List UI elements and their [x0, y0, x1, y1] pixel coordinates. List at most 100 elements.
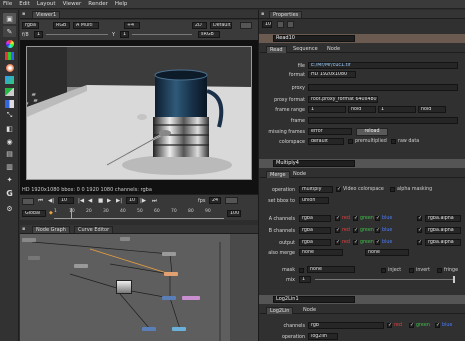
a-alpha-dropdown[interactable]: rgba.alpha: [425, 215, 461, 222]
l2l-red-checkbox[interactable]: [387, 322, 392, 328]
default-dropdown[interactable]: Default: [210, 22, 232, 29]
pane-menu-icon[interactable]: ▪: [261, 11, 264, 17]
b-alpha-checkbox[interactable]: [417, 227, 422, 233]
tab-log2lin[interactable]: Log2Lin: [266, 307, 294, 314]
operation-dropdown[interactable]: multiply: [299, 186, 333, 193]
properties-count-field[interactable]: 10: [262, 21, 272, 28]
alpha-masking-checkbox[interactable]: [390, 187, 395, 192]
tab-read[interactable]: Read: [266, 46, 287, 53]
loop-toggle[interactable]: [225, 197, 238, 204]
tab-curve-editor[interactable]: Curve Editor: [74, 226, 114, 233]
prev-keyframe-icon[interactable]: |◀: [78, 198, 84, 204]
3d-icon[interactable]: ◧: [3, 123, 16, 134]
set-bbox-dropdown[interactable]: union: [299, 197, 329, 204]
menu-file[interactable]: File: [3, 1, 12, 7]
stop-icon[interactable]: ■: [98, 198, 103, 204]
node-graph-canvas[interactable]: [20, 234, 258, 341]
a-channels-dropdown[interactable]: rgba: [299, 215, 331, 222]
menu-help[interactable]: Help: [115, 1, 128, 7]
graph-node[interactable]: [28, 256, 40, 260]
settings-icon[interactable]: ⚙: [3, 203, 16, 214]
graph-node[interactable]: [74, 264, 88, 268]
input-a-dropdown[interactable]: A Multi: [73, 22, 99, 29]
clear-panels-button[interactable]: [287, 21, 294, 28]
fps-field[interactable]: 24: [209, 197, 221, 204]
premultiplied-checkbox[interactable]: [348, 139, 353, 144]
l2l-green-checkbox[interactable]: [409, 322, 414, 328]
metadata-icon[interactable]: ▤: [3, 148, 16, 159]
playback-mode-button[interactable]: [22, 198, 34, 205]
mix-field[interactable]: 1: [299, 276, 311, 283]
frame-range-start[interactable]: 1: [308, 106, 346, 113]
graph-node[interactable]: [162, 296, 176, 300]
frame-field[interactable]: 10: [58, 197, 74, 204]
in-point-icon[interactable]: ◆: [49, 210, 53, 216]
skip-start-icon[interactable]: ⏮: [38, 198, 43, 205]
inject-checkbox[interactable]: [381, 268, 386, 273]
raw-data-checkbox[interactable]: [391, 139, 396, 144]
missing-frames-dropdown[interactable]: error: [308, 128, 352, 135]
out-green-checkbox[interactable]: [353, 239, 358, 245]
log2lin-node-name[interactable]: Log2Lin1: [273, 296, 355, 303]
play-backward-icon[interactable]: ◀: [88, 198, 92, 204]
graph-node[interactable]: [164, 272, 178, 276]
proxy-field[interactable]: [308, 84, 458, 91]
color-wheel-icon[interactable]: [3, 38, 16, 49]
step-back-icon[interactable]: ◀|: [48, 198, 54, 204]
frame-field[interactable]: [308, 117, 458, 124]
menu-layout[interactable]: Layout: [37, 1, 56, 7]
graph-scroll-region[interactable]: [230, 234, 258, 341]
gain-slider[interactable]: [46, 34, 108, 35]
gamma-field[interactable]: 1: [120, 31, 129, 38]
paint-icon[interactable]: ✎: [3, 26, 16, 37]
output-dropdown[interactable]: rgba: [299, 239, 331, 246]
file-field[interactable]: E:/Mr/Mr/cuc1.tif: [308, 62, 458, 69]
channels-dropdown[interactable]: rgba: [22, 22, 39, 29]
also-merge-dropdown-2[interactable]: none: [365, 249, 409, 256]
channel-icon[interactable]: [3, 50, 16, 61]
menu-edit[interactable]: Edit: [19, 1, 30, 7]
merge-icon[interactable]: [3, 98, 16, 109]
pane-menu-icon[interactable]: ▪: [22, 226, 25, 232]
menu-viewer[interactable]: Viewer: [63, 1, 82, 7]
b-alpha-dropdown[interactable]: rgba.alpha: [425, 227, 461, 234]
frame-range-hold-end[interactable]: hold: [418, 106, 446, 113]
play-forward-icon[interactable]: ▶: [107, 198, 111, 204]
b-red-checkbox[interactable]: [335, 227, 340, 233]
colorspace-dropdown[interactable]: default: [308, 138, 344, 145]
invert-checkbox[interactable]: [409, 268, 414, 273]
b-green-checkbox[interactable]: [353, 227, 358, 233]
gamma-slider[interactable]: [132, 34, 192, 35]
views-icon[interactable]: ◉: [3, 136, 16, 147]
channels-dropdown[interactable]: rgb: [308, 322, 384, 329]
out-alpha-dropdown[interactable]: rgba.alpha: [425, 239, 461, 246]
log2lin-node-header[interactable]: Log2Lin1: [259, 295, 465, 304]
frame-range-hold-start[interactable]: hold: [348, 106, 376, 113]
min-panels-button[interactable]: [277, 21, 284, 28]
viewer-settings-button[interactable]: [240, 22, 252, 29]
playhead[interactable]: [71, 208, 72, 219]
tab-node[interactable]: Node: [300, 307, 319, 314]
a-red-checkbox[interactable]: [335, 215, 340, 221]
next-keyframe-icon[interactable]: ▶|: [116, 198, 122, 204]
l2l-operation-dropdown[interactable]: log2lin: [308, 333, 338, 340]
a-alpha-checkbox[interactable]: [417, 215, 422, 221]
fringe-checkbox[interactable]: [437, 268, 442, 273]
global-end-field[interactable]: 100: [227, 210, 241, 217]
multiply-node-header[interactable]: Multiply4: [259, 159, 465, 168]
video-colorspace-checkbox[interactable]: [336, 186, 341, 192]
keyer-icon[interactable]: [3, 86, 16, 97]
out-blue-checkbox[interactable]: [375, 239, 380, 245]
multiply-node-name[interactable]: Multiply4: [273, 160, 355, 167]
skip-end-icon[interactable]: ⏭: [152, 198, 157, 205]
l2l-blue-checkbox[interactable]: [435, 322, 440, 328]
tab-viewer1[interactable]: Viewer1: [32, 11, 61, 18]
g-icon[interactable]: G: [3, 188, 16, 199]
graph-node[interactable]: [172, 327, 186, 331]
b-channels-dropdown[interactable]: rgba: [299, 227, 331, 234]
graph-node[interactable]: [182, 296, 200, 300]
display-channel-dropdown[interactable]: RGB: [53, 22, 70, 29]
tab-node[interactable]: Node: [324, 46, 343, 53]
gizmo-icon[interactable]: ✦: [3, 174, 16, 185]
mask-dropdown[interactable]: none: [307, 266, 355, 273]
